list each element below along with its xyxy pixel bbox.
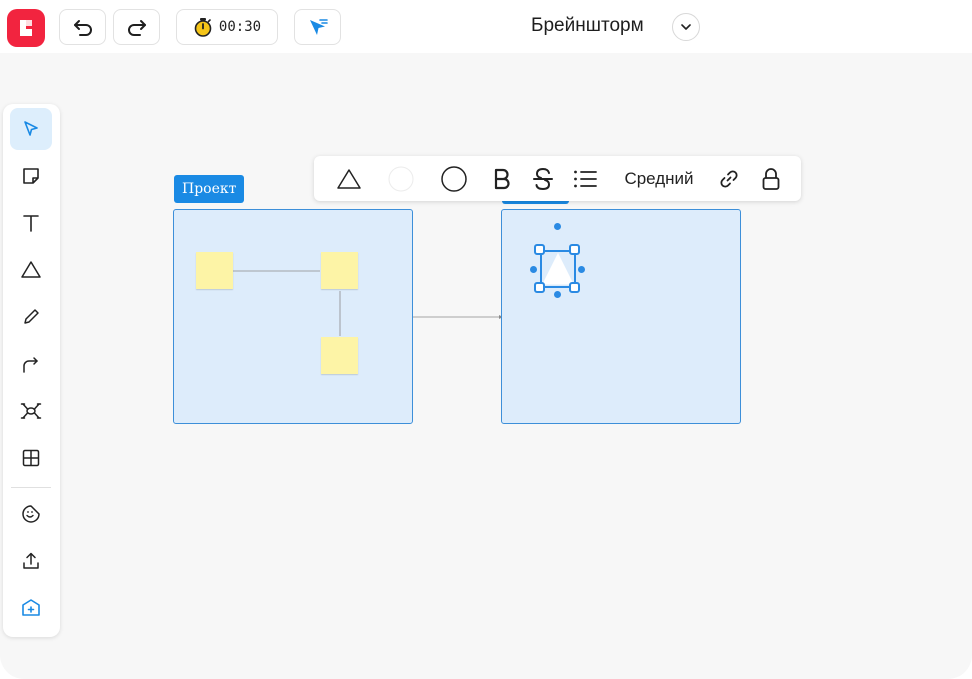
connection-point[interactable] (554, 291, 561, 298)
border-color-button[interactable] (439, 162, 469, 195)
select-tool-button[interactable] (10, 108, 52, 150)
fill-color-button[interactable] (387, 162, 415, 195)
strikethrough-button[interactable] (530, 162, 556, 195)
toolbar-divider (11, 487, 51, 488)
resize-handle[interactable] (534, 282, 545, 293)
pen-tool-button[interactable] (10, 296, 52, 338)
pen-icon (24, 309, 39, 324)
connection-point[interactable] (530, 266, 537, 273)
timer-button[interactable]: 00:30 (176, 9, 278, 45)
resize-handle[interactable] (569, 244, 580, 255)
resize-handle[interactable] (569, 282, 580, 293)
template-tool-button[interactable] (10, 587, 52, 629)
link-button[interactable] (717, 162, 741, 195)
fill-color-swatch-icon (388, 166, 414, 191)
undo-icon (73, 20, 92, 36)
table-icon (22, 449, 40, 467)
lock-button[interactable] (759, 162, 783, 195)
cursor-presentation-icon (309, 19, 328, 35)
board-canvas[interactable] (0, 53, 972, 679)
frame-label[interactable]: Проект (174, 175, 245, 203)
board-menu-button[interactable] (672, 13, 700, 41)
top-bar: 00:30 Брейншторм (0, 0, 972, 53)
frame[interactable] (501, 209, 741, 424)
rotate-handle[interactable] (554, 223, 561, 230)
sticky-note[interactable] (196, 252, 233, 289)
chevron-down-icon (681, 24, 691, 30)
sticky-note[interactable] (321, 252, 358, 289)
triangle-icon (21, 261, 41, 278)
sticky-note[interactable] (321, 337, 358, 374)
table-tool-button[interactable] (10, 437, 52, 479)
add-template-icon (22, 599, 40, 616)
bulleted-list-icon (574, 170, 597, 187)
shape-type-button[interactable] (334, 162, 364, 195)
upload-tool-button[interactable] (10, 540, 52, 582)
logo-icon (20, 20, 32, 36)
mindmap-icon (20, 403, 42, 419)
app-logo[interactable] (7, 9, 45, 47)
font-size-dropdown[interactable]: Средний (617, 162, 701, 195)
frame[interactable] (173, 209, 413, 424)
resize-handle[interactable] (534, 244, 545, 255)
list-button[interactable] (571, 162, 599, 195)
text-icon (23, 215, 39, 232)
select-cursor-icon (24, 121, 38, 136)
board-title[interactable]: Брейншторм (531, 15, 644, 37)
connector-tool-button[interactable] (10, 343, 52, 385)
bold-button[interactable] (490, 162, 514, 195)
redo-button[interactable] (113, 9, 160, 45)
text-tool-button[interactable] (10, 202, 52, 244)
bold-icon (494, 168, 510, 189)
connector-arrow-icon (23, 357, 38, 373)
frame-connector[interactable] (413, 310, 505, 322)
timer-value: 00:30 (218, 19, 262, 35)
sticker-tool-button[interactable] (10, 493, 52, 535)
font-size-value: Средний (624, 168, 694, 188)
shape-tool-button[interactable] (10, 249, 52, 291)
frame-connectors (233, 270, 341, 336)
stopwatch-icon (194, 18, 212, 37)
sticky-note-icon (23, 168, 39, 184)
context-toolbar: Средний (314, 156, 801, 201)
lock-icon (762, 167, 780, 190)
sticky-note-tool-button[interactable] (10, 155, 52, 197)
follow-cursor-button[interactable] (294, 9, 341, 45)
redo-icon (127, 20, 146, 36)
upload-icon (23, 552, 39, 569)
strikethrough-icon (533, 167, 553, 190)
left-toolbar (3, 104, 60, 637)
border-circle-icon (441, 165, 467, 192)
mindmap-tool-button[interactable] (10, 390, 52, 432)
link-icon (720, 169, 738, 188)
sticker-smile-icon (22, 505, 40, 523)
connection-point[interactable] (578, 266, 585, 273)
undo-button[interactable] (59, 9, 106, 45)
triangle-icon (337, 168, 361, 189)
